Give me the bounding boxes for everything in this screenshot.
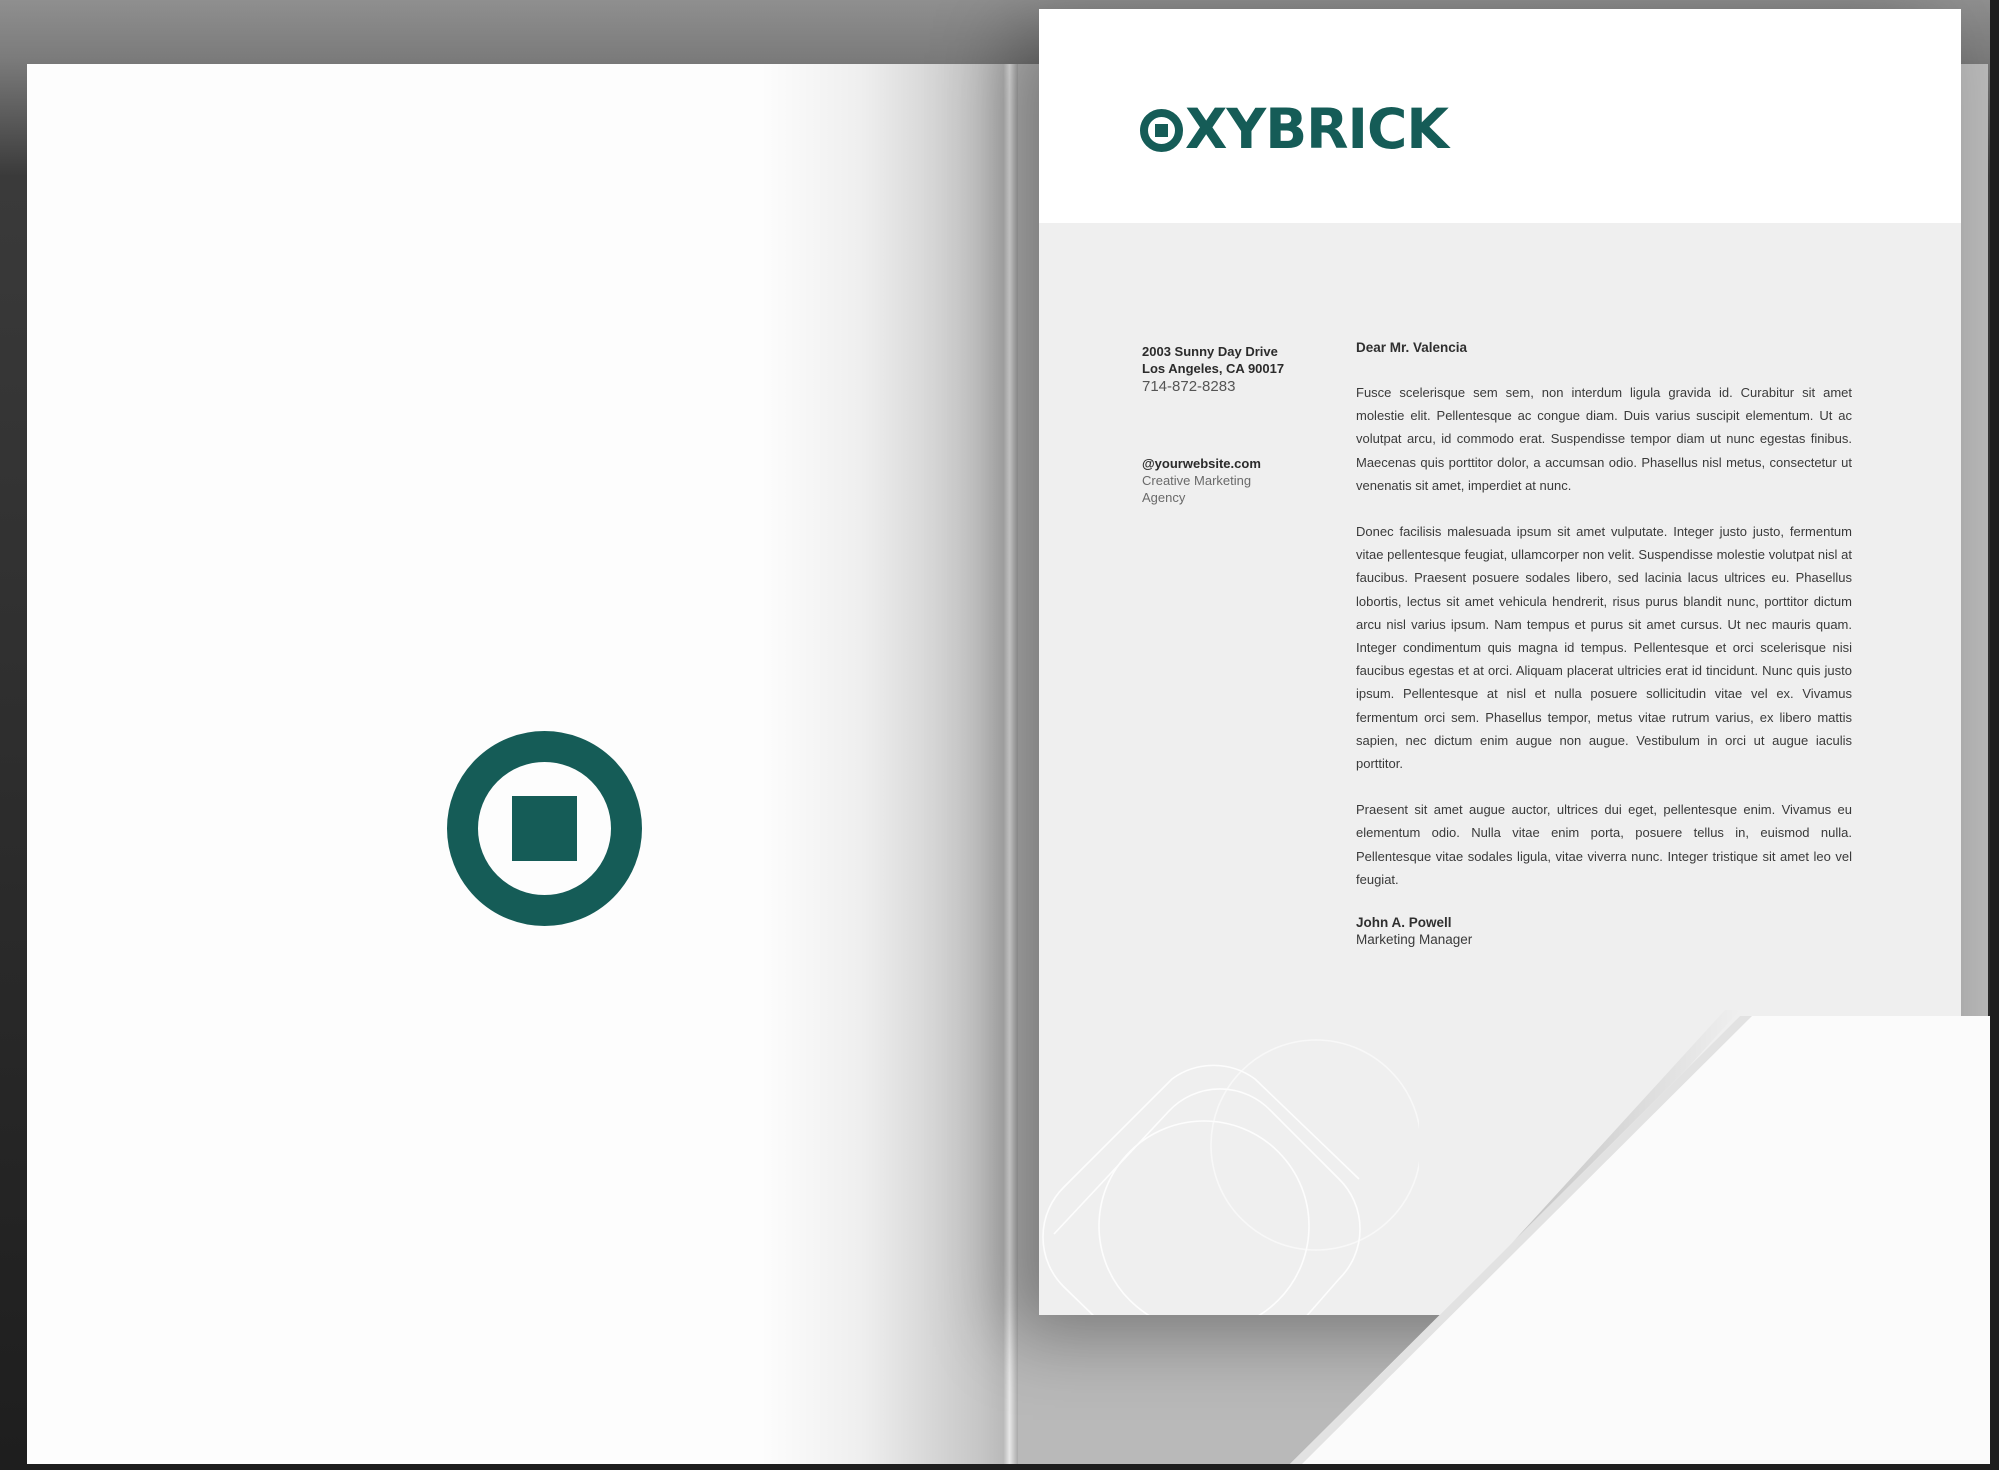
signature-name: John A. Powell: [1356, 915, 1452, 931]
sender-contact-block: 2003 Sunny Day Drive Los Angeles, CA 900…: [1142, 343, 1312, 506]
folder-spine: [1004, 64, 1018, 1464]
folder-mockup-scene: XYBRICK 2003 Sunny Day Drive Los Angeles…: [0, 0, 1999, 1470]
signature-title: Marketing Manager: [1356, 932, 1473, 948]
decorative-line-pattern: [1042, 1039, 1419, 1315]
address-line-1: 2003 Sunny Day Drive: [1142, 344, 1278, 359]
letter-paragraph: Donec facilisis malesuada ipsum sit amet…: [1356, 524, 1852, 772]
website: @yourwebsite.com: [1142, 456, 1261, 471]
oxybrick-o-icon: [1140, 108, 1183, 152]
letter-paragraph: Fusce scelerisque sem sem, non interdum …: [1356, 385, 1852, 493]
oxybrick-emblem-icon: [447, 731, 642, 926]
letterhead-header: XYBRICK: [1039, 9, 1961, 223]
emblem-square: [512, 796, 577, 861]
letter-greeting: Dear Mr. Valencia: [1356, 340, 1468, 355]
folder-fold-shadow: [760, 64, 1020, 1464]
company-logo: XYBRICK: [1140, 97, 1449, 161]
phone-number: 714-872-8283: [1142, 378, 1236, 395]
company-line-2: Agency: [1142, 490, 1186, 505]
letter-body: Dear Mr. Valencia Fusce scelerisque sem …: [1356, 340, 1852, 948]
letterhead-sheet: XYBRICK 2003 Sunny Day Drive Los Angeles…: [1039, 9, 1961, 1315]
logo-text: XYBRICK: [1185, 97, 1449, 161]
company-line-1: Creative Marketing: [1142, 473, 1252, 488]
address-line-2: Los Angeles, CA 90017: [1142, 361, 1285, 376]
letter-paragraph: Praesent sit amet augue auctor, ultrices…: [1356, 802, 1852, 887]
